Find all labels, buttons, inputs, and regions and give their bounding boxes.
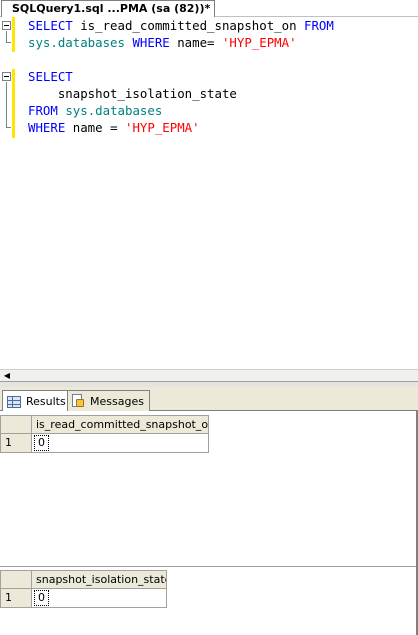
code-line[interactable]: SELECT (28, 68, 73, 85)
outline-end (6, 127, 11, 128)
results-pane: is_read_committed_snapshot_on 1 0 snapsh… (0, 411, 418, 635)
grid-corner[interactable] (0, 570, 32, 589)
code-token: 'HYP_EPMA' (124, 120, 200, 135)
column-header[interactable]: is_read_committed_snapshot_on (32, 415, 209, 434)
code-line[interactable]: FROM sys.databases (28, 102, 162, 119)
outline-line (6, 31, 7, 42)
grid-corner[interactable] (0, 415, 32, 434)
tab-messages[interactable]: Messages (67, 390, 150, 411)
editor-gutter (0, 17, 12, 369)
code-token: SELECT (28, 69, 73, 84)
code-token: name= (177, 35, 222, 50)
outline-end (6, 42, 11, 43)
code-token: WHERE (28, 120, 73, 135)
code-token: name = (72, 120, 125, 135)
tab-results[interactable]: Results (2, 390, 72, 412)
code-token: is_read_committed_snapshot_on (80, 18, 305, 33)
code-line[interactable]: SELECT is_read_committed_snapshot_on FRO… (28, 17, 334, 34)
outline-line (6, 82, 7, 127)
document-tabstrip: SQLQuery1.sql ...PMA (sa (82))* (0, 0, 418, 17)
tab-sqlquery1[interactable]: SQLQuery1.sql ...PMA (sa (82))* (1, 0, 216, 17)
code-token: WHERE (132, 35, 178, 50)
code-token: snapshot_isolation_state (28, 86, 237, 101)
grid-cell[interactable]: 0 (32, 589, 167, 608)
code-token: sys.databases (28, 35, 133, 50)
left-arrow-icon[interactable]: ◀ (1, 370, 13, 381)
code-line[interactable]: WHERE name = 'HYP_EPMA' (28, 119, 200, 136)
query-editor[interactable]: SELECT is_read_committed_snapshot_on FRO… (0, 17, 418, 369)
collapse-icon[interactable] (2, 21, 11, 30)
editor-vertical-scroll-area (410, 17, 418, 369)
code-token: FROM (28, 103, 66, 118)
code-line[interactable]: sys.databases WHERE name= 'HYP_EPMA' (28, 34, 297, 51)
column-header[interactable]: snapshot_isolation_state (32, 570, 167, 589)
code-token: SELECT (28, 18, 81, 33)
grid-icon (7, 395, 21, 408)
tab-messages-label: Messages (90, 394, 144, 408)
editor-horizontal-scrollbar[interactable]: ◀ (0, 369, 418, 381)
results-tabstrip: Results Messages (0, 387, 418, 412)
grid-cell[interactable]: 0 (32, 434, 209, 453)
grid-cell-value: 0 (34, 435, 49, 451)
collapse-icon[interactable] (2, 72, 11, 81)
row-header[interactable]: 1 (0, 589, 32, 608)
change-marker (12, 17, 15, 52)
message-icon (72, 394, 85, 408)
change-marker (12, 69, 15, 138)
tab-results-label: Results (26, 395, 66, 408)
code-token: sys.databases (65, 103, 163, 118)
grid-cell-value: 0 (34, 590, 49, 606)
row-header[interactable]: 1 (0, 434, 32, 453)
code-line[interactable]: snapshot_isolation_state (28, 85, 237, 102)
code-token: FROM (304, 18, 334, 33)
code-token: 'HYP_EPMA' (221, 35, 297, 50)
